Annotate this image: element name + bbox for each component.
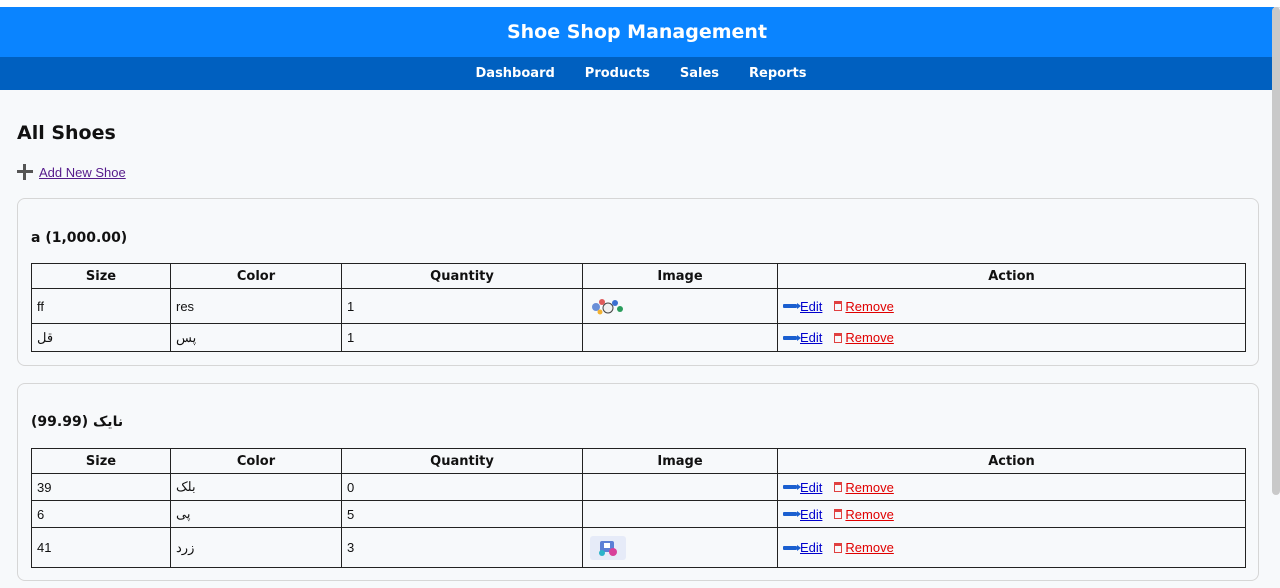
cell-size: قل <box>31 323 171 352</box>
remove-label: Remove <box>845 479 894 495</box>
cell-size: 41 <box>31 527 171 568</box>
col-quantity: Quantity <box>341 448 583 474</box>
col-action: Action <box>777 263 1246 289</box>
add-new-shoe[interactable]: Add New Shoe <box>17 164 126 180</box>
cell-action: Edit Remove <box>777 527 1246 568</box>
edit-button[interactable]: Edit <box>783 330 822 345</box>
edit-label: Edit <box>800 298 823 314</box>
cell-quantity: 5 <box>341 500 583 528</box>
edit-button[interactable]: Edit <box>783 507 822 522</box>
app-title: Shoe Shop Management <box>506 21 768 43</box>
pencil-icon <box>783 511 801 517</box>
pencil-icon <box>783 484 801 490</box>
col-quantity: Quantity <box>341 263 583 289</box>
plus-icon <box>17 164 33 180</box>
remove-button[interactable]: Remove <box>834 479 894 495</box>
table-row: 6 پی 5 Edit Remove <box>31 500 1246 528</box>
table-row: ff res 1 Edit Remove <box>31 288 1246 324</box>
nav-sales[interactable]: Sales <box>680 57 719 90</box>
shoe-title: a (1,000.00) <box>31 230 128 246</box>
cell-image <box>582 500 778 528</box>
cell-image <box>582 527 778 568</box>
trash-icon <box>834 301 843 311</box>
edit-label: Edit <box>800 506 823 522</box>
table-header-row: Size Color Quantity Image Action <box>31 263 1246 289</box>
cell-size: 6 <box>31 500 171 528</box>
col-action: Action <box>777 448 1246 474</box>
cell-color: زرد <box>170 527 342 568</box>
trash-icon <box>834 332 843 343</box>
trash-icon <box>834 542 843 553</box>
cell-quantity: 0 <box>341 473 583 501</box>
page-scrollbar[interactable] <box>1272 7 1280 495</box>
table-row: قل پس 1 Edit Remove <box>31 323 1246 352</box>
nav-reports[interactable]: Reports <box>749 57 806 90</box>
shoe-thumbnail <box>592 299 623 315</box>
table-header-row: Size Color Quantity Image Action <box>31 448 1246 474</box>
remove-button[interactable]: Remove <box>834 506 894 522</box>
cell-color: پی <box>170 500 342 528</box>
edit-button[interactable]: Edit <box>783 540 822 555</box>
cell-action: Edit Remove <box>777 500 1246 528</box>
cell-color: بلک <box>170 473 342 501</box>
col-size: Size <box>31 448 171 474</box>
cell-quantity: 1 <box>341 323 583 352</box>
variants-table: Size Color Quantity Image Action 39 بلک … <box>31 448 1246 568</box>
remove-button[interactable]: Remove <box>834 330 894 345</box>
remove-label: Remove <box>845 540 894 555</box>
remove-button[interactable]: Remove <box>834 298 894 314</box>
cell-quantity: 3 <box>341 527 583 568</box>
edit-label: Edit <box>800 330 823 345</box>
col-size: Size <box>31 263 171 289</box>
cell-size: ff <box>31 288 171 324</box>
cell-image <box>582 288 778 324</box>
remove-label: Remove <box>845 298 894 314</box>
cell-quantity: 1 <box>341 288 583 324</box>
add-new-shoe-link[interactable]: Add New Shoe <box>39 165 126 180</box>
col-image: Image <box>582 448 778 474</box>
shoe-thumbnail <box>590 535 626 560</box>
nav-dashboard[interactable]: Dashboard <box>476 57 555 90</box>
pencil-icon <box>783 334 801 341</box>
page-title: All Shoes <box>17 122 116 144</box>
app-header: Shoe Shop Management <box>0 7 1274 57</box>
table-row: 39 بلک 0 Edit Remove <box>31 473 1246 501</box>
edit-label: Edit <box>800 540 823 555</box>
pencil-icon <box>783 544 801 551</box>
cell-image <box>582 473 778 501</box>
cell-action: Edit Remove <box>777 473 1246 501</box>
cell-color: پس <box>170 323 342 352</box>
trash-icon <box>834 509 843 519</box>
cell-image <box>582 323 778 352</box>
remove-button[interactable]: Remove <box>834 540 894 555</box>
col-color: Color <box>170 263 342 289</box>
col-color: Color <box>170 448 342 474</box>
edit-button[interactable]: Edit <box>783 299 822 314</box>
cell-action: Edit Remove <box>777 323 1246 352</box>
pencil-icon <box>783 303 801 309</box>
remove-label: Remove <box>845 506 894 522</box>
edit-button[interactable]: Edit <box>783 480 822 495</box>
shoe-title: نایک (99.99) <box>31 414 124 430</box>
cell-action: Edit Remove <box>777 288 1246 324</box>
edit-label: Edit <box>800 479 823 495</box>
variants-table: Size Color Quantity Image Action ff res … <box>31 263 1246 352</box>
cell-size: 39 <box>31 473 171 501</box>
table-row: 41 زرد 3 Edit Remove <box>31 527 1246 568</box>
nav-products[interactable]: Products <box>585 57 650 90</box>
main-nav: Dashboard Products Sales Reports <box>0 57 1274 90</box>
remove-label: Remove <box>845 330 894 345</box>
col-image: Image <box>582 263 778 289</box>
shoe-card: a (1,000.00) Size Color Quantity Image A… <box>17 198 1259 366</box>
cell-color: res <box>170 288 342 324</box>
trash-icon <box>834 482 843 492</box>
shoe-card: نایک (99.99) Size Color Quantity Image A… <box>17 383 1259 581</box>
